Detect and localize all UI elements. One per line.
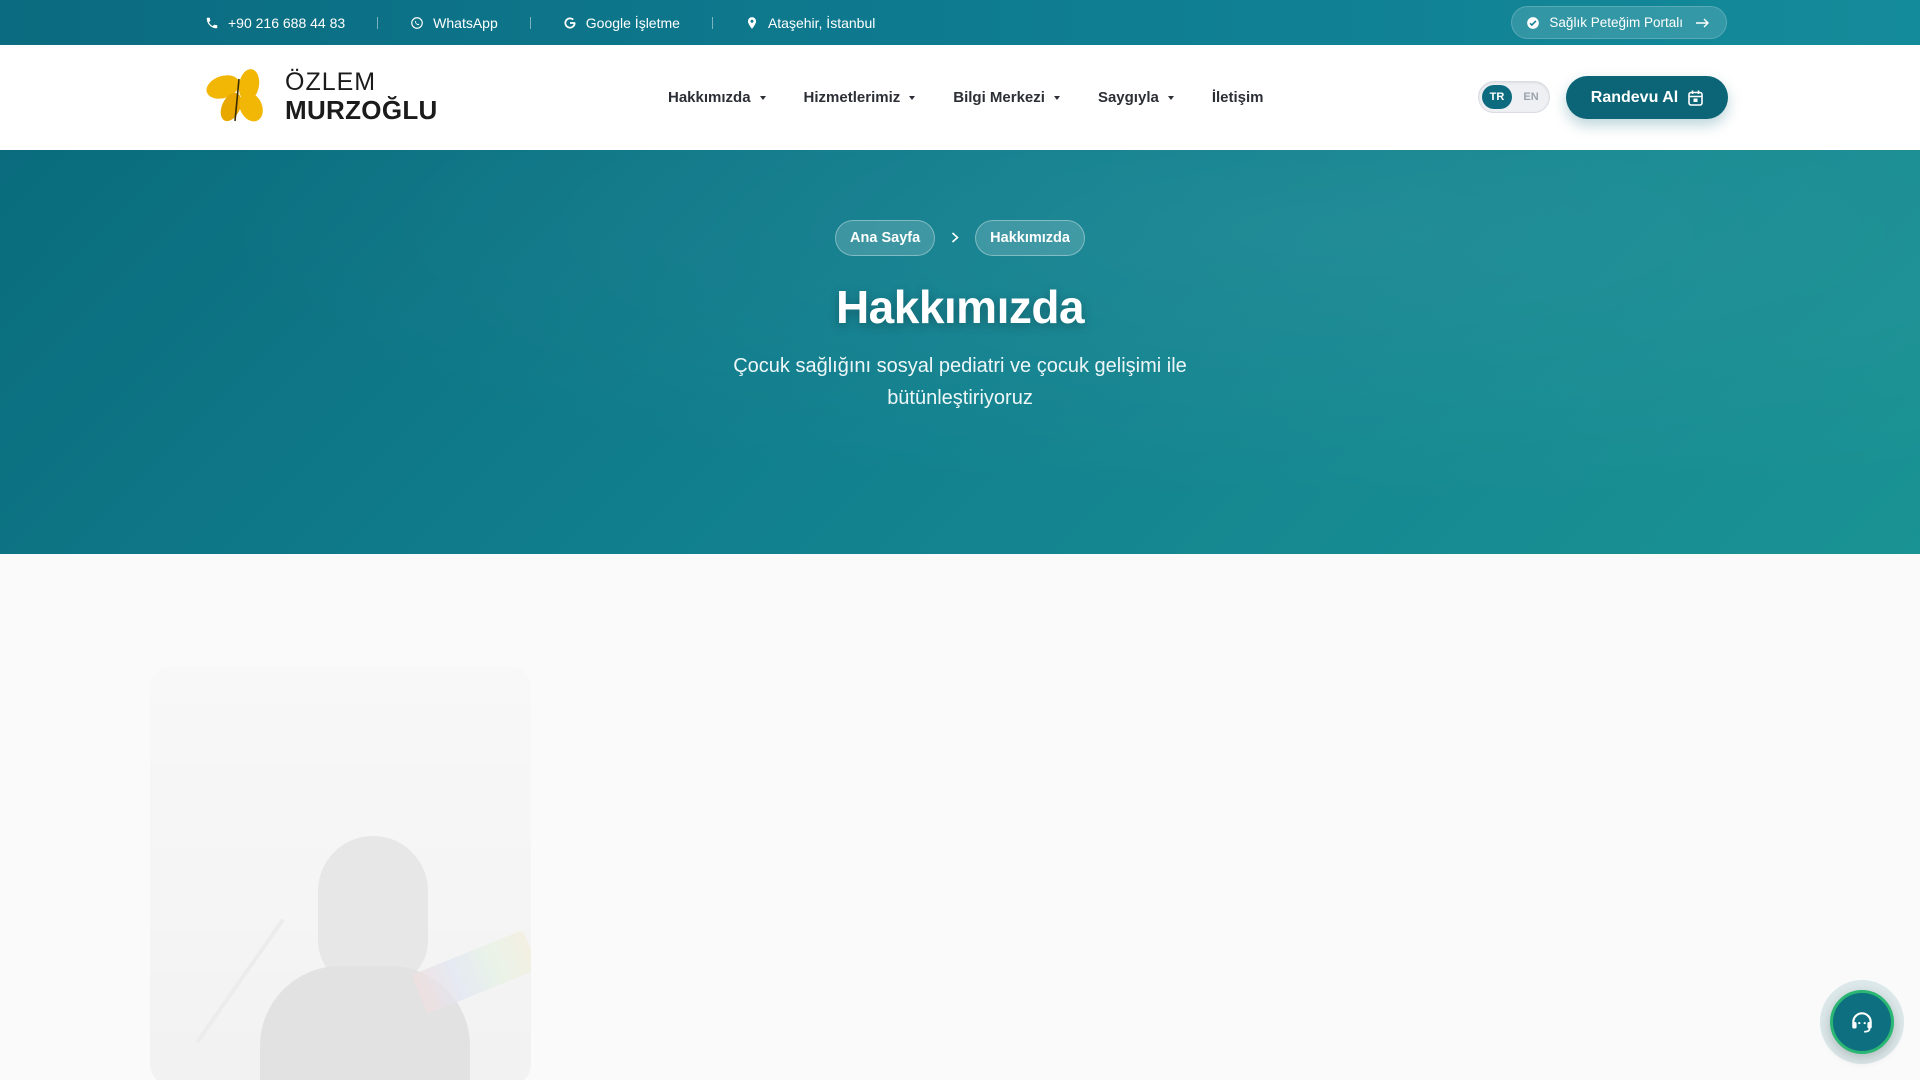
logo-first-name: ÖZLEM (285, 67, 377, 96)
language-toggle[interactable]: TR EN (1478, 81, 1550, 113)
chevron-right-icon (951, 230, 959, 247)
site-logo[interactable]: ÖZLEM MURZOĞLU (205, 67, 438, 125)
top-bar-contacts: +90 216 688 44 83 WhatsApp Google İşletm… (205, 0, 875, 45)
phone-icon (205, 16, 219, 30)
caret-down-icon (759, 95, 766, 100)
headset-icon (1849, 1009, 1875, 1035)
photo-figure-head (318, 836, 428, 986)
health-portal-label: Sağlık Peteğim Portalı (1549, 15, 1683, 30)
page-subtitle: Çocuk sağlığını sosyal pediatri ve çocuk… (733, 355, 1187, 409)
breadcrumb-home[interactable]: Ana Sayfa (835, 220, 936, 256)
nav-item-saygiyla[interactable]: Saygıyla (1098, 89, 1174, 106)
divider (711, 16, 713, 29)
appointment-button[interactable]: Randevu Al (1566, 76, 1728, 119)
nav-item-label: Saygıyla (1097, 89, 1159, 106)
nav-item-hizmetlerimiz[interactable]: Hizmetlerimiz (804, 89, 916, 106)
location-link[interactable]: Ataşehir, İstanbul (745, 15, 875, 31)
page-title: Hakkımızda (835, 281, 1085, 333)
whatsapp-label: WhatsApp (433, 14, 498, 31)
support-chat-inner (1830, 990, 1894, 1054)
nav-item-label: İletişim (1211, 89, 1264, 106)
health-portal-button[interactable]: Sağlık Peteğim Portalı (1511, 6, 1727, 39)
nav-item-label: Hizmetlerimiz (803, 89, 901, 106)
location-label: Ataşehir, İstanbul (767, 14, 876, 31)
lang-option-en[interactable]: EN (1516, 85, 1546, 109)
main-nav: Hakkımızda Hizmetlerimiz Bilgi Merkezi S… (668, 45, 1264, 150)
breadcrumb: Ana Sayfa Hakkımızda (0, 220, 1920, 256)
divider (529, 16, 531, 29)
phone-number: +90 216 688 44 83 (228, 14, 346, 31)
location-pin-icon (745, 16, 759, 30)
google-icon (563, 16, 577, 30)
doctor-photo (150, 666, 531, 1080)
google-business-label: Google İşletme (585, 14, 680, 31)
whatsapp-icon (410, 16, 424, 30)
logo-wordmark: ÖZLEM MURZOĞLU (285, 67, 438, 125)
appointment-button-label: Randevu Al (1590, 88, 1679, 106)
nav-item-iletisim[interactable]: İletişim (1212, 89, 1264, 106)
support-chat-button[interactable] (1820, 980, 1904, 1064)
caret-down-icon (1167, 95, 1174, 100)
lang-option-tr[interactable]: TR (1482, 85, 1512, 109)
logo-last-name: MURZOĞLU (285, 94, 438, 125)
arrow-right-icon (1696, 18, 1710, 28)
nav-item-label: Bilgi Merkezi (953, 89, 1045, 106)
nav-item-label: Hakkımızda (668, 89, 751, 106)
whatsapp-link[interactable]: WhatsApp (410, 15, 498, 31)
breadcrumb-current: Hakkımızda (975, 220, 1085, 256)
phone-link[interactable]: +90 216 688 44 83 (205, 15, 345, 31)
divider (377, 16, 379, 29)
page-hero: Ana Sayfa Hakkımızda Hakkımızda Çocuk sa… (0, 150, 1920, 554)
calendar-icon (1688, 90, 1704, 106)
photo-rainbow-flag (411, 930, 531, 1014)
caret-down-icon (1053, 95, 1060, 100)
nav-item-bilgi-merkezi[interactable]: Bilgi Merkezi (953, 89, 1060, 106)
main-header: ÖZLEM MURZOĞLU Hakkımızda Hizmetlerimiz … (0, 45, 1920, 150)
top-bar: +90 216 688 44 83 WhatsApp Google İşletm… (0, 0, 1920, 45)
nav-item-hakkimizda[interactable]: Hakkımızda (668, 89, 766, 106)
butterfly-logo-icon (205, 67, 271, 125)
caret-down-icon (909, 95, 916, 100)
check-circle-icon (1526, 16, 1540, 30)
google-business-link[interactable]: Google İşletme (563, 15, 680, 31)
